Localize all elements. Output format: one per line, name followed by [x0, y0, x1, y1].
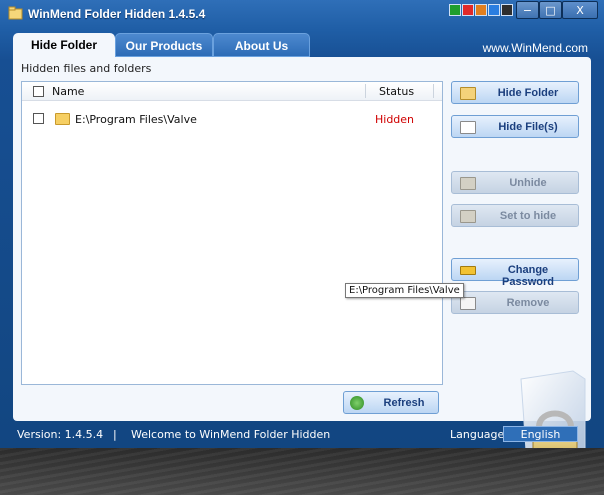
status-bar: Version: 1.4.5.4 | Welcome to WinMend Fo…: [0, 421, 604, 448]
remove-label: Remove: [506, 297, 550, 309]
skin-black-icon[interactable]: [501, 4, 513, 16]
item-status: Hidden: [375, 113, 415, 126]
item-path: E:\Program Files\Valve: [75, 113, 197, 126]
change-password-button[interactable]: Change Password: [451, 258, 579, 288]
main-panel: Hidden files and folders Name Status E:\…: [13, 57, 591, 466]
skin-red-icon[interactable]: [462, 4, 474, 16]
app-icon: [8, 6, 23, 20]
section-label: Hidden files and folders: [21, 62, 152, 75]
list-header: Name Status: [22, 82, 442, 101]
unlock-icon: [460, 177, 476, 190]
language-select[interactable]: English: [503, 426, 578, 442]
file-icon: [460, 121, 476, 134]
unhide-button[interactable]: Unhide: [451, 171, 579, 194]
refresh-icon: [350, 396, 364, 410]
skin-blue-icon[interactable]: [488, 4, 500, 16]
welcome-text: Welcome to WinMend Folder Hidden: [131, 428, 331, 441]
tab-about-us[interactable]: About Us: [213, 33, 310, 57]
hide-folder-label: Hide Folder: [497, 87, 559, 99]
website-link[interactable]: www.WinMend.com: [483, 41, 588, 55]
column-header-name[interactable]: Name: [52, 85, 84, 98]
folder-icon: [460, 87, 476, 100]
hide-folder-button[interactable]: Hide Folder: [451, 81, 579, 104]
version-text: Version: 1.4.5.4: [17, 428, 104, 441]
column-header-status[interactable]: Status: [379, 85, 414, 98]
set-to-hide-button[interactable]: Set to hide: [451, 204, 579, 227]
refresh-label: Refresh: [383, 397, 425, 409]
list-item[interactable]: E:\Program Files\Valve Hidden: [22, 110, 442, 128]
tab-hide-folder[interactable]: Hide Folder: [13, 33, 115, 57]
select-all-checkbox[interactable]: [33, 86, 44, 97]
unhide-label: Unhide: [509, 177, 547, 189]
row-checkbox[interactable]: [33, 113, 44, 124]
skin-orange-icon[interactable]: [475, 4, 487, 16]
folder-icon: [55, 113, 70, 125]
remove-file-icon: [460, 297, 476, 310]
minimize-button[interactable]: −: [516, 1, 539, 19]
hide-files-label: Hide File(s): [498, 121, 558, 133]
set-to-hide-label: Set to hide: [499, 210, 557, 222]
refresh-button[interactable]: Refresh: [343, 391, 439, 414]
key-icon: [460, 266, 476, 275]
language-label: Language:: [450, 428, 508, 441]
path-tooltip: E:\Program Files\Valve: [345, 283, 464, 298]
desktop-background: [0, 448, 604, 495]
hidden-items-list[interactable]: Name Status E:\Program Files\Valve Hidde…: [21, 81, 443, 385]
remove-button[interactable]: Remove: [451, 291, 579, 314]
window-title: WinMend Folder Hidden 1.4.5.4: [28, 7, 206, 21]
tab-our-products[interactable]: Our Products: [115, 33, 213, 57]
hide-files-button[interactable]: Hide File(s): [451, 115, 579, 138]
title-bar[interactable]: WinMend Folder Hidden 1.4.5.4 − □ X: [0, 0, 604, 30]
close-button[interactable]: X: [562, 1, 598, 19]
status-separator: |: [113, 428, 117, 441]
maximize-button[interactable]: □: [539, 1, 562, 19]
app-window: WinMend Folder Hidden 1.4.5.4 − □ X Hide…: [0, 0, 604, 466]
skin-green-icon[interactable]: [449, 4, 461, 16]
column-separator[interactable]: [365, 84, 366, 98]
column-separator[interactable]: [433, 84, 434, 98]
lock-icon: [460, 210, 476, 223]
change-password-label: Change Password: [502, 264, 554, 288]
